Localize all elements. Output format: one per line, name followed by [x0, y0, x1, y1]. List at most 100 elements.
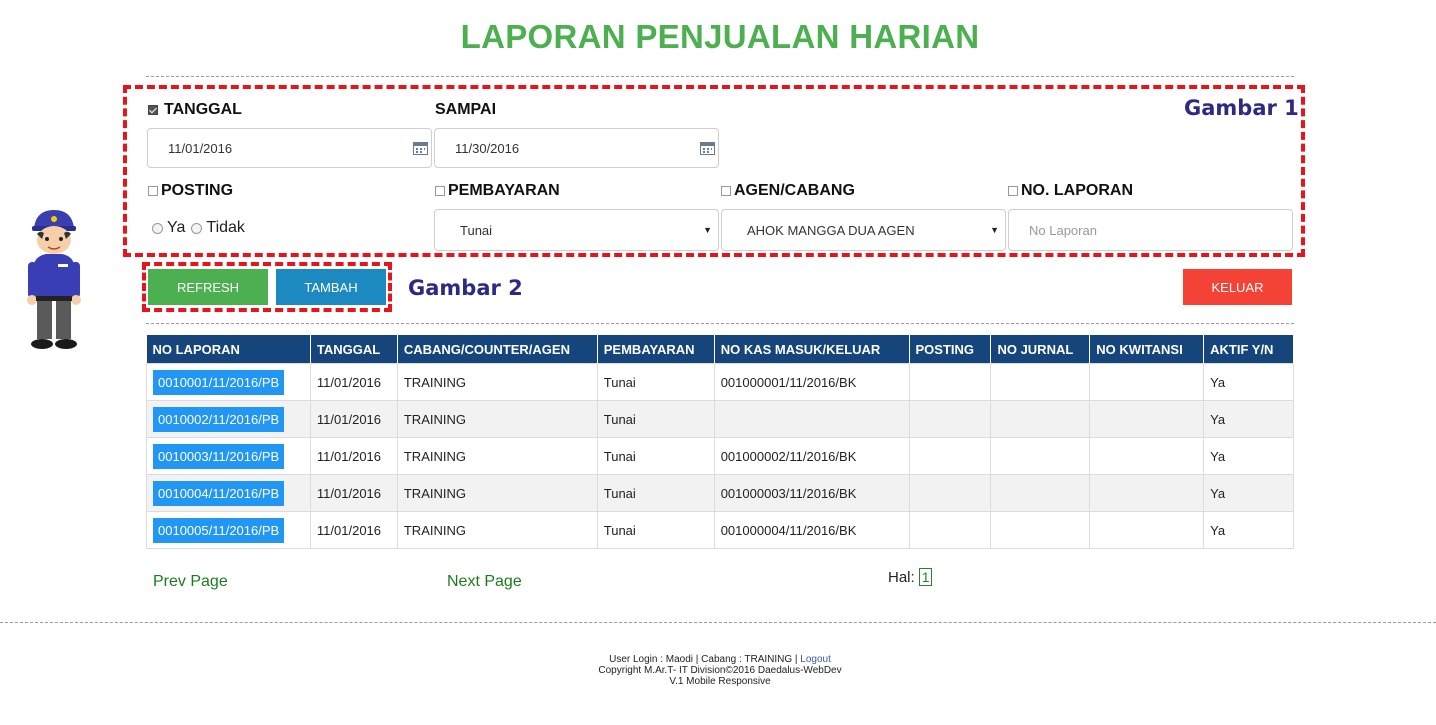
cell: [908, 363, 992, 401]
next-page-link[interactable]: Next Page: [447, 573, 522, 591]
tanggal-label: TANGGAL: [164, 101, 242, 118]
cell: TRAINING: [396, 400, 598, 438]
table-row: 0010005/11/2016/PB 11/01/2016 TRAINING T…: [146, 511, 1294, 549]
sampai-date-input[interactable]: 11/30/2016: [434, 128, 719, 168]
col-header[interactable]: TANGGAL: [309, 335, 398, 364]
table-divider: [146, 323, 1294, 324]
cell: TRAINING: [396, 437, 598, 475]
cell: Tunai: [596, 437, 715, 475]
cell: [1089, 437, 1205, 475]
cell: Tunai: [596, 474, 715, 512]
pembayaran-checkbox[interactable]: [435, 186, 445, 196]
cell: [1089, 511, 1205, 549]
sampai-value: 11/30/2016: [455, 140, 520, 156]
posting-radio-tidak[interactable]: [191, 222, 203, 234]
pembayaran-value: Tunai: [460, 222, 493, 238]
cell: [990, 363, 1091, 401]
table-row: 0010001/11/2016/PB 11/01/2016 TRAINING T…: [146, 363, 1294, 401]
agen-select[interactable]: AHOK MANGGA DUA AGEN ▼: [721, 209, 1006, 251]
cell: [908, 474, 992, 512]
footer: User Login : Maodi | Cabang : TRAINING |…: [0, 654, 1436, 687]
cell-no-laporan: 0010003/11/2016/PB: [146, 437, 311, 475]
col-header[interactable]: AKTIF Y/N: [1203, 335, 1294, 364]
col-header[interactable]: NO KAS MASUK/KELUAR: [713, 335, 910, 364]
mascot-illustration: [27, 210, 81, 349]
cell: Tunai: [596, 400, 715, 438]
cell: 11/01/2016: [309, 400, 398, 438]
cell: [1089, 474, 1205, 512]
keluar-button[interactable]: KELUAR: [1183, 269, 1292, 305]
col-header[interactable]: NO KWITANSI: [1089, 335, 1205, 364]
annotation-label-1: Gambar 1: [1184, 96, 1299, 120]
annotation-label-2: Gambar 2: [408, 276, 523, 300]
footer-copyright: Copyright M.Ar.T- IT Division©2016 Daeda…: [598, 665, 842, 676]
top-divider: [146, 76, 1294, 77]
cell: [908, 437, 992, 475]
posting-radio-group: Ya Tidak: [152, 219, 245, 237]
prev-page-link[interactable]: Prev Page: [153, 573, 228, 591]
col-header[interactable]: NO LAPORAN: [146, 335, 311, 364]
cell: [990, 437, 1091, 475]
page-indicator: Hal: 1: [888, 568, 933, 586]
cell: [990, 400, 1091, 438]
pembayaran-select[interactable]: Tunai ▼: [434, 209, 719, 251]
nolaporan-label: NO. LAPORAN: [1021, 182, 1133, 199]
no-laporan-link[interactable]: 0010002/11/2016/PB: [153, 406, 285, 432]
posting-radio-ya[interactable]: [152, 222, 163, 234]
tanggal-value: 11/01/2016: [168, 140, 233, 156]
cell: 001000001/11/2016/BK: [713, 363, 910, 401]
no-laporan-link[interactable]: 0010004/11/2016/PB: [153, 480, 285, 506]
cell: 001000004/11/2016/BK: [713, 511, 910, 549]
col-header[interactable]: POSTING: [908, 335, 992, 364]
tanggal-filter: TANGGAL: [148, 101, 242, 119]
nolaporan-input[interactable]: No Laporan: [1008, 209, 1293, 251]
tanggal-date-input[interactable]: 11/01/2016: [147, 128, 432, 168]
cell: [1089, 363, 1205, 401]
col-header[interactable]: NO JURNAL: [990, 335, 1091, 364]
table-row: 0010003/11/2016/PB 11/01/2016 TRAINING T…: [146, 437, 1294, 475]
cell: [990, 511, 1091, 549]
cell: Ya: [1203, 400, 1294, 438]
nolaporan-checkbox[interactable]: [1008, 186, 1018, 196]
col-header[interactable]: PEMBAYARAN: [596, 335, 715, 364]
page-number-1[interactable]: 1: [918, 568, 933, 586]
hal-label: Hal:: [888, 568, 915, 586]
no-laporan-link[interactable]: 0010001/11/2016/PB: [153, 369, 285, 395]
posting-checkbox[interactable]: [148, 186, 158, 196]
footer-divider: [0, 622, 1436, 623]
page-title: LAPORAN PENJUALAN HARIAN: [460, 18, 980, 55]
agen-value: AHOK MANGGA DUA AGEN: [747, 222, 915, 238]
cell: 11/01/2016: [309, 511, 398, 549]
nolaporan-filter: NO. LAPORAN: [1008, 182, 1133, 200]
posting-label: POSTING: [161, 182, 234, 199]
cell: TRAINING: [396, 511, 598, 549]
cell: TRAINING: [396, 474, 598, 512]
agen-label: AGEN/CABANG: [734, 182, 855, 199]
pembayaran-filter: PEMBAYARAN: [435, 182, 560, 200]
nolaporan-placeholder: No Laporan: [1029, 222, 1097, 238]
table-row: 0010004/11/2016/PB 11/01/2016 TRAINING T…: [146, 474, 1294, 512]
posting-option-tidak: Tidak: [206, 219, 245, 236]
calendar-icon[interactable]: [413, 141, 428, 155]
cell: [908, 511, 992, 549]
cell: [908, 400, 992, 438]
tanggal-checkbox[interactable]: [148, 105, 158, 115]
table-header-row: NO LAPORAN TANGGAL CABANG/COUNTER/AGEN P…: [146, 335, 1294, 364]
agen-filter: AGEN/CABANG: [721, 182, 855, 200]
cell-no-laporan: 0010004/11/2016/PB: [146, 474, 311, 512]
no-laporan-link[interactable]: 0010005/11/2016/PB: [153, 517, 285, 543]
logout-link[interactable]: Logout: [800, 654, 831, 665]
col-header[interactable]: CABANG/COUNTER/AGEN: [396, 335, 598, 364]
cell: 11/01/2016: [309, 437, 398, 475]
posting-option-ya: Ya: [167, 219, 186, 236]
refresh-button[interactable]: REFRESH: [148, 269, 268, 305]
footer-version: V.1 Mobile Responsive: [669, 676, 771, 687]
cell: 001000003/11/2016/BK: [713, 474, 910, 512]
tambah-button[interactable]: TAMBAH: [276, 269, 386, 305]
cell: Ya: [1203, 363, 1294, 401]
calendar-icon[interactable]: [700, 141, 715, 155]
table-row: 0010002/11/2016/PB 11/01/2016 TRAINING T…: [146, 400, 1294, 438]
no-laporan-link[interactable]: 0010003/11/2016/PB: [153, 443, 285, 469]
cell-no-laporan: 0010001/11/2016/PB: [146, 363, 311, 401]
agen-checkbox[interactable]: [721, 186, 731, 196]
